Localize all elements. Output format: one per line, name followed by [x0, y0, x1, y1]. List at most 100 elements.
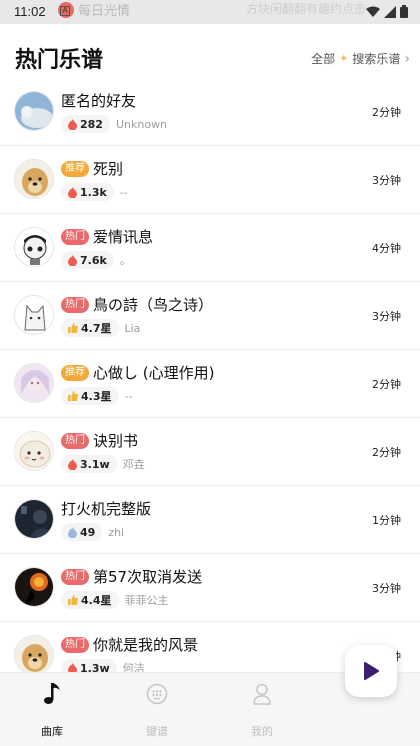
status-time: 11:02 — [14, 4, 46, 19]
song-duration: 2分钟 — [372, 106, 401, 119]
song-artist: -- — [124, 389, 133, 403]
song-title: 死别 — [93, 160, 124, 178]
wifi-icon — [366, 6, 380, 17]
rating: 4.4星 — [81, 594, 112, 607]
hot-tag: 热门 — [61, 296, 89, 313]
song-artist: 菲菲公主 — [124, 594, 169, 607]
all-link[interactable]: 全部 — [311, 50, 335, 67]
play-count: 3.1w — [80, 457, 110, 471]
flame-icon — [68, 458, 77, 470]
song-row[interactable]: 热门 第57次取消发送 4.4星 菲菲公主 3分钟 — [0, 554, 420, 622]
song-row[interactable]: 热门 诀别书 3.1w 邓垚 2分钟 — [0, 418, 420, 486]
song-duration: 4分钟 — [372, 242, 401, 255]
chevron-right-icon[interactable]: › — [404, 51, 410, 67]
play-count: 1.3k — [80, 185, 107, 199]
system-icons — [366, 5, 408, 18]
play-icon — [364, 662, 379, 680]
song-artist: 。 — [119, 254, 131, 267]
play-button[interactable] — [345, 645, 397, 697]
song-row[interactable]: 推荐 死别 1.3k -- 3分钟 — [0, 146, 420, 214]
song-cover — [14, 91, 54, 131]
play-count-pill: 1.3k — [61, 183, 114, 201]
song-title: 匿名的好友 — [61, 92, 137, 110]
song-list: 匿名的好友 282 Unknown 2分钟 推荐 死别 1.3k -- 3分钟 — [0, 78, 420, 690]
song-row[interactable]: 热门 鳥の詩（鸟之诗） 4.7星 Lia 3分钟 — [0, 282, 420, 350]
droplet-icon — [68, 526, 77, 538]
play-count: 282 — [80, 117, 103, 131]
flame-icon — [68, 186, 77, 198]
app-a-icon: A — [60, 6, 70, 16]
rating-pill: 4.4星 — [61, 591, 119, 609]
rating-pill: 4.3星 — [61, 387, 119, 405]
play-count-pill: 49 — [61, 523, 103, 541]
song-row[interactable]: 打火机完整版 49 zhi 1分钟 — [0, 486, 420, 554]
song-title: 诀别书 — [93, 432, 139, 450]
header-links: 全部 ✦ 搜索乐谱 › — [311, 50, 410, 67]
song-duration: 3分钟 — [372, 174, 401, 187]
play-count-pill: 282 — [61, 115, 110, 133]
play-count-pill: 3.1w — [61, 455, 117, 473]
status-faded-text-right: 方块闲翻翻有趣约点击 — [246, 2, 367, 16]
play-count-pill: 7.6k — [61, 251, 114, 269]
tab-label: 曲库 — [41, 725, 63, 738]
hot-tag: 热门 — [61, 228, 89, 245]
song-title: 鳥の詩（鸟之诗） — [93, 296, 214, 314]
song-title: 打火机完整版 — [61, 500, 152, 518]
song-cover — [14, 431, 54, 471]
tab-mine[interactable]: 我的 — [232, 681, 292, 739]
play-count: 49 — [80, 525, 96, 539]
rating: 4.7星 — [81, 322, 112, 335]
hot-tag: 热门 — [61, 636, 89, 653]
tab-keypad[interactable]: 键谱 — [127, 681, 187, 739]
rating-pill: 4.7星 — [61, 319, 119, 337]
song-cover — [14, 499, 54, 539]
song-artist: Unknown — [115, 117, 168, 131]
song-title: 爱情讯息 — [93, 228, 154, 246]
song-duration: 3分钟 — [372, 310, 401, 323]
song-duration: 1分钟 — [372, 514, 401, 527]
page-title: 热门乐谱 — [15, 48, 104, 73]
recommend-tag: 推荐 — [61, 160, 89, 177]
thumbs-up-icon — [68, 595, 78, 605]
person-icon — [253, 683, 271, 705]
song-duration: 3分钟 — [372, 582, 401, 595]
song-duration: 2分钟 — [372, 446, 401, 459]
music-note-icon — [44, 683, 60, 704]
tab-label: 我的 — [251, 725, 273, 738]
keypad-icon — [146, 683, 168, 705]
page-header: 热门乐谱 全部 ✦ 搜索乐谱 › — [0, 36, 420, 80]
song-row[interactable]: 匿名的好友 282 Unknown 2分钟 — [0, 78, 420, 146]
song-artist: zhi — [108, 525, 125, 539]
sparkle-icon: ✦ — [339, 52, 349, 65]
song-cover — [14, 159, 54, 199]
tab-library[interactable]: 曲库 — [22, 681, 82, 739]
battery-icon — [400, 5, 408, 18]
song-cover — [14, 227, 54, 267]
hot-tag: 热门 — [61, 432, 89, 449]
song-title: 心做し (心理作用) — [93, 364, 215, 382]
recommend-tag: 推荐 — [61, 364, 89, 381]
flame-icon — [68, 254, 77, 266]
song-cover — [14, 295, 54, 335]
song-cover — [14, 363, 54, 403]
hot-tag: 热门 — [61, 568, 89, 585]
play-count: 7.6k — [80, 253, 107, 267]
song-artist: -- — [119, 185, 128, 199]
song-title: 第57次取消发送 — [93, 568, 203, 586]
thumbs-up-icon — [68, 323, 78, 333]
song-row[interactable]: 热门 爱情讯息 7.6k 。 4分钟 — [0, 214, 420, 282]
status-bar: A 11:02 每日光情 方块闲翻翻有趣约点击 — [0, 0, 420, 24]
song-artist: Lia — [124, 321, 141, 335]
song-artist: 邓垚 — [122, 458, 145, 471]
song-row[interactable]: 推荐 心做し (心理作用) 4.3星 -- 2分钟 — [0, 350, 420, 418]
thumbs-up-icon — [68, 391, 78, 401]
flame-icon — [68, 118, 77, 130]
song-cover — [14, 635, 54, 675]
tab-label: 键谱 — [146, 725, 168, 738]
search-scores-link[interactable]: 搜索乐谱 — [352, 50, 400, 67]
song-cover — [14, 567, 54, 607]
song-title: 你就是我的风景 — [93, 636, 199, 654]
rating: 4.3星 — [81, 390, 112, 403]
signal-icon — [384, 5, 396, 18]
status-faded-text: 每日光情 — [78, 3, 131, 18]
